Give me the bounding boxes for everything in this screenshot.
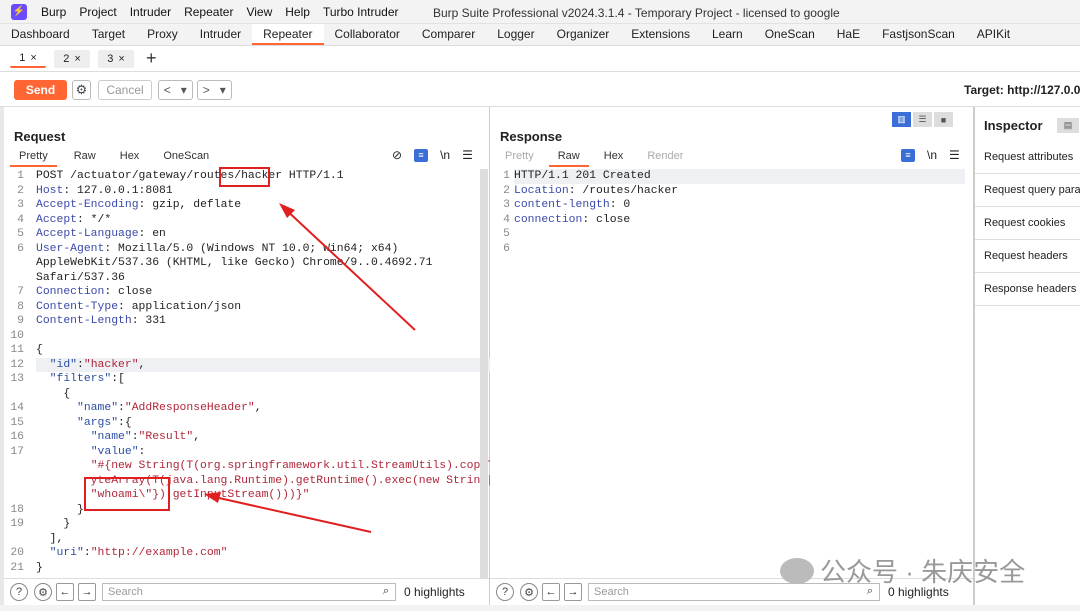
annotation-arrow-line	[282, 206, 416, 331]
wechat-logo-icon	[780, 557, 814, 584]
annotation-arrows	[204, 203, 416, 533]
annotation-arrow-line	[209, 495, 372, 533]
watermark-text: 公众号 · 朱庆安全	[820, 557, 1026, 587]
annotation-arrow-head	[204, 492, 221, 503]
watermark: 公众号 · 朱庆安全	[780, 552, 1025, 589]
